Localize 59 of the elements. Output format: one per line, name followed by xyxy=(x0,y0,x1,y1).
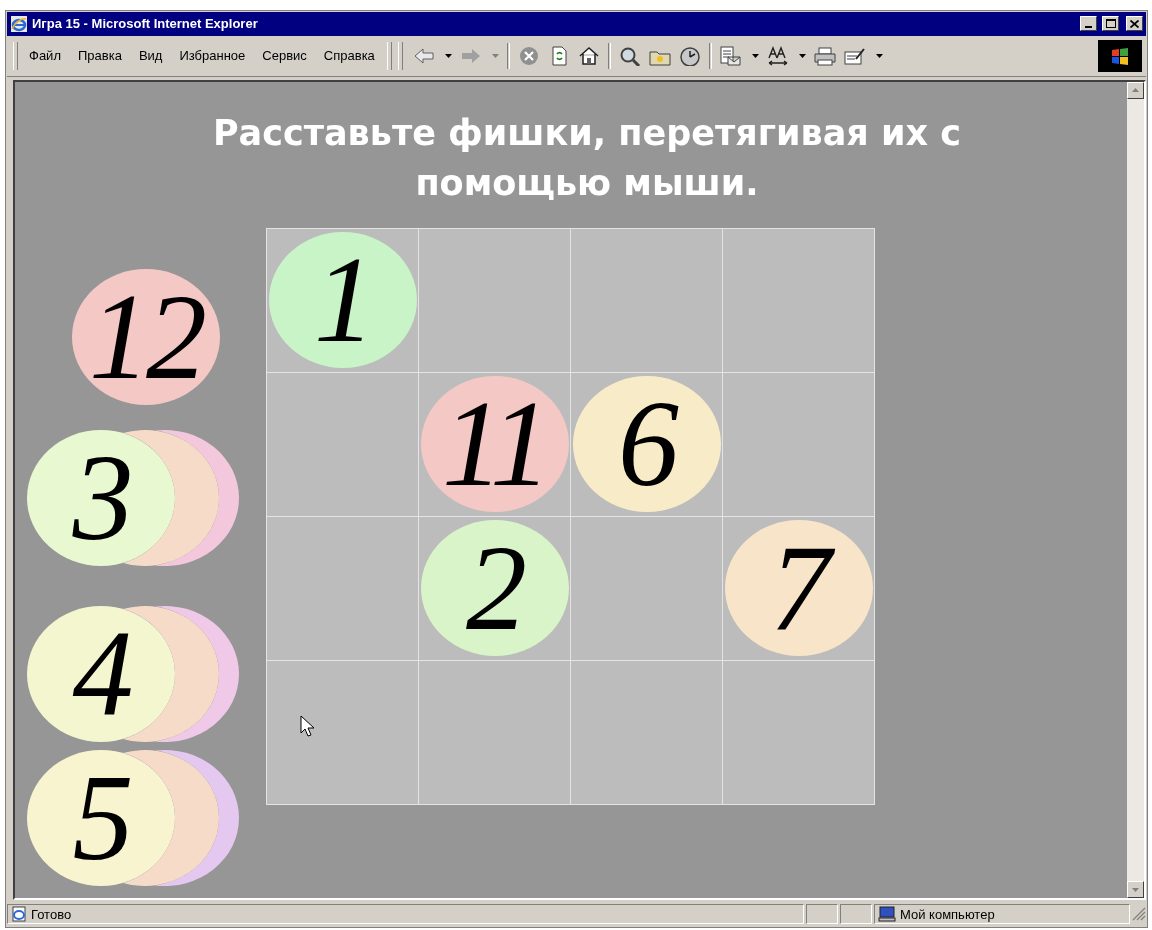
menu-item[interactable]: Правка xyxy=(72,46,127,66)
menu-item[interactable]: Сервис xyxy=(257,46,312,66)
game-chip[interactable]: 4 xyxy=(27,605,175,742)
search-icon xyxy=(618,45,641,66)
dropdown-caret-icon xyxy=(798,53,806,58)
home-icon xyxy=(577,45,600,66)
down-arrow-icon xyxy=(1132,887,1139,892)
board-cell[interactable] xyxy=(267,372,418,516)
menu-item[interactable]: Избранное xyxy=(174,46,251,66)
window-title: Игра 15 - Microsoft Internet Explorer xyxy=(32,16,259,32)
clock-icon xyxy=(678,45,701,66)
dropdown-caret-icon xyxy=(751,53,759,58)
scroll-down-button[interactable] xyxy=(1127,881,1144,899)
back-arrow-icon xyxy=(412,45,435,66)
board-cell[interactable] xyxy=(723,372,874,516)
page-icon xyxy=(11,906,27,922)
board-cell[interactable] xyxy=(267,660,418,804)
font-size-icon xyxy=(766,45,789,66)
computer-icon xyxy=(878,906,896,922)
scroll-up-button[interactable] xyxy=(1127,81,1144,99)
envelope-icon xyxy=(719,45,742,66)
menu-item[interactable]: Справка xyxy=(318,46,380,66)
board-cell[interactable] xyxy=(723,228,874,372)
close-button[interactable] xyxy=(1126,16,1143,32)
maximize-icon xyxy=(1105,19,1116,29)
dropdown-caret-icon xyxy=(875,53,883,58)
board-cell[interactable] xyxy=(571,228,722,372)
resize-grip-icon[interactable] xyxy=(1132,907,1146,921)
browser-logo-icon xyxy=(10,14,28,33)
status-pane xyxy=(840,904,872,924)
up-arrow-icon xyxy=(1132,88,1139,93)
window-flag-icon xyxy=(1110,46,1130,65)
security-zone-label: Мой компьютер xyxy=(900,906,995,922)
dropdown-caret-icon xyxy=(491,53,499,58)
game-chip[interactable]: 12 xyxy=(72,268,220,405)
dropdown-caret-icon xyxy=(444,53,452,58)
mouse-pointer-icon xyxy=(300,714,314,737)
status-text: Готово xyxy=(31,906,72,922)
board-cell[interactable] xyxy=(419,660,570,804)
game-chip[interactable] xyxy=(155,749,239,886)
menu-item[interactable]: Файл xyxy=(24,46,66,66)
close-icon xyxy=(1130,19,1139,28)
minimize-button[interactable] xyxy=(1080,16,1097,32)
board-cell[interactable] xyxy=(419,228,570,372)
status-pane xyxy=(806,904,838,924)
game-chip[interactable] xyxy=(155,429,239,566)
minimize-icon xyxy=(1085,25,1092,28)
maximize-button[interactable] xyxy=(1102,16,1119,32)
game-chip[interactable]: 5 xyxy=(27,749,175,886)
board-cell[interactable] xyxy=(571,660,722,804)
game-chip[interactable]: 3 xyxy=(27,429,175,566)
menu-item[interactable]: Вид xyxy=(133,46,168,66)
board-cell[interactable] xyxy=(723,660,874,804)
printer-icon xyxy=(813,45,836,66)
instruction-heading: Расставьте фишки, перетягивая их с помощью мыши. xyxy=(211,111,963,205)
stop-icon xyxy=(517,45,540,66)
board-cell[interactable] xyxy=(267,516,418,660)
board-cell[interactable] xyxy=(571,516,722,660)
game-chip[interactable] xyxy=(155,605,239,742)
